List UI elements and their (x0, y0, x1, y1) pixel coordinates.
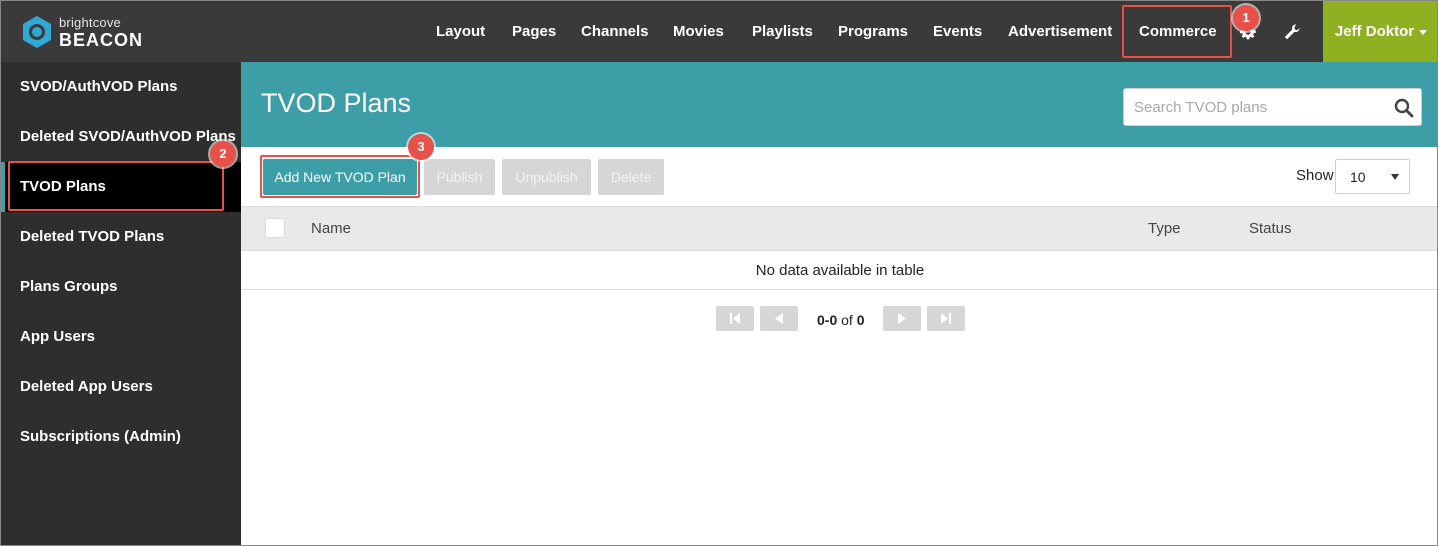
pagination-total: 0 (856, 312, 865, 328)
annotation-badge-2: 2 (210, 141, 236, 167)
nav-layout[interactable]: Layout (436, 1, 485, 62)
sidebar-item-deleted-app-users[interactable]: Deleted App Users (1, 362, 241, 412)
brand-logo[interactable]: brightcove BEACON (19, 13, 143, 51)
next-page-button[interactable] (883, 306, 921, 331)
nav-programs[interactable]: Programs (838, 1, 908, 62)
column-status[interactable]: Status (1249, 220, 1292, 237)
delete-button[interactable]: Delete (598, 159, 664, 195)
brand-big-text: BEACON (59, 29, 144, 50)
nav-movies[interactable]: Movies (673, 1, 724, 62)
top-navigation-bar: brightcove BEACON Layout Pages Channels … (1, 1, 1437, 62)
column-type[interactable]: Type (1148, 220, 1181, 237)
first-page-button[interactable] (716, 306, 754, 331)
nav-pages[interactable]: Pages (512, 1, 556, 62)
search-input[interactable] (1124, 89, 1384, 125)
brightcove-logo-icon (23, 16, 51, 48)
user-menu[interactable]: Jeff Doktor (1323, 1, 1437, 62)
last-page-icon (941, 313, 951, 324)
app-window: brightcove BEACON Layout Pages Channels … (0, 0, 1438, 546)
active-indicator (1, 162, 5, 212)
user-name: Jeff Doktor (1334, 23, 1415, 40)
dropdown-arrow-icon (1391, 174, 1399, 180)
sidebar-item-deleted-tvod-plans[interactable]: Deleted TVOD Plans (1, 212, 241, 262)
annotation-badge-3: 3 (408, 134, 434, 160)
nav-commerce[interactable]: Commerce (1139, 1, 1217, 62)
sidebar-item-tvod-plans[interactable]: TVOD Plans (1, 162, 241, 212)
pagination-range: 0-0 (817, 312, 838, 328)
wrench-icon[interactable] (1283, 23, 1301, 41)
chevron-down-icon (1419, 29, 1428, 35)
sidebar-item-app-users[interactable]: App Users (1, 312, 241, 362)
sidebar: SVOD/AuthVOD Plans Deleted SVOD/AuthVOD … (1, 62, 241, 545)
prev-page-icon (775, 313, 783, 324)
pagination-info: 0-0 of 0 (817, 312, 865, 328)
page-size-value: 10 (1350, 169, 1366, 185)
sidebar-item-svod-plans[interactable]: SVOD/AuthVOD Plans (1, 62, 241, 112)
pagination-of: of (841, 312, 853, 328)
page-title: TVOD Plans (261, 88, 412, 118)
sidebar-item-subscriptions-admin[interactable]: Subscriptions (Admin) (1, 412, 241, 462)
unpublish-button[interactable]: Unpublish (502, 159, 591, 195)
prev-page-button[interactable] (760, 306, 798, 331)
nav-advertisement[interactable]: Advertisement (1008, 1, 1112, 62)
search-box (1123, 88, 1422, 126)
column-name[interactable]: Name (311, 220, 351, 237)
show-label: Show (1296, 167, 1334, 184)
nav-channels[interactable]: Channels (581, 1, 649, 62)
last-page-button[interactable] (927, 306, 965, 331)
nav-playlists[interactable]: Playlists (752, 1, 813, 62)
brand-small-text: brightcove (59, 14, 121, 30)
annotation-badge-1: 1 (1233, 5, 1259, 31)
publish-button[interactable]: Publish (424, 159, 495, 195)
search-icon[interactable] (1394, 98, 1414, 118)
add-new-tvod-plan-button[interactable]: Add New TVOD Plan (263, 159, 417, 195)
empty-table-message: No data available in table (241, 251, 1437, 290)
sidebar-item-deleted-svod-plans[interactable]: Deleted SVOD/AuthVOD Plans (1, 112, 241, 162)
page-size-select[interactable]: 10 (1335, 159, 1410, 194)
nav-events[interactable]: Events (933, 1, 982, 62)
next-page-icon (898, 313, 906, 324)
select-all-checkbox[interactable] (265, 218, 285, 238)
sidebar-item-plans-groups[interactable]: Plans Groups (1, 262, 241, 312)
table-header: Name Type Status (241, 206, 1437, 251)
first-page-icon (730, 313, 740, 324)
